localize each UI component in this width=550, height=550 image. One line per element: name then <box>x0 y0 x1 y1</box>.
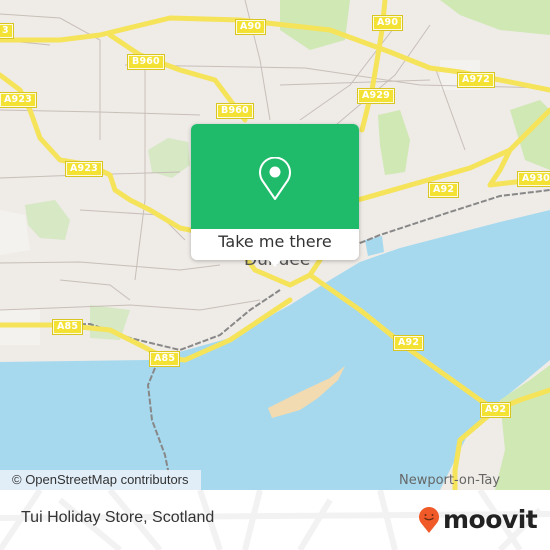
map-view[interactable]: A90 A90 B960 B960 A923 A923 A929 A972 A9… <box>0 0 550 490</box>
popup-header[interactable] <box>191 124 359 229</box>
moovit-smiley-pin-icon <box>419 507 439 533</box>
popup-pointer <box>267 258 283 267</box>
place-name: Tui Holiday Store, Scotland <box>21 509 215 526</box>
park-northeast <box>440 0 550 35</box>
road-label-a90: A90 <box>236 20 266 34</box>
moovit-logo[interactable]: moovit <box>418 505 538 534</box>
park-east <box>510 100 550 170</box>
footer-bar: Tui Holiday Store, Scotland moovit <box>0 490 550 550</box>
road-label-a923: A923 <box>0 93 36 107</box>
map-attribution[interactable]: © OpenStreetMap contributors <box>0 470 201 490</box>
location-popup[interactable]: Take me there <box>191 124 359 267</box>
road-label-b960: B960 <box>217 104 253 118</box>
park-west <box>25 200 70 240</box>
moovit-wordmark: moovit <box>443 505 538 534</box>
road-label-b960: B960 <box>128 55 164 69</box>
road-label-a923: A923 <box>66 162 102 176</box>
place-label-newport: Newport-on-Tay <box>399 473 501 488</box>
road-label-edge: 3 <box>0 24 13 38</box>
road-label-a972: A972 <box>458 73 494 87</box>
road-label-a929: A929 <box>358 89 394 103</box>
road-label-a85: A85 <box>53 320 83 334</box>
road-label-a85: A85 <box>150 352 180 366</box>
take-me-there-button[interactable]: Take me there <box>191 232 359 251</box>
map-pin-icon <box>259 157 291 200</box>
road-label-a92: A92 <box>394 336 424 350</box>
road-label-a930: A930 <box>518 172 550 186</box>
road-label-a92: A92 <box>429 183 459 197</box>
road-label-a92: A92 <box>481 403 511 417</box>
road-label-a90: A90 <box>373 16 403 30</box>
park-baxter <box>378 110 410 175</box>
